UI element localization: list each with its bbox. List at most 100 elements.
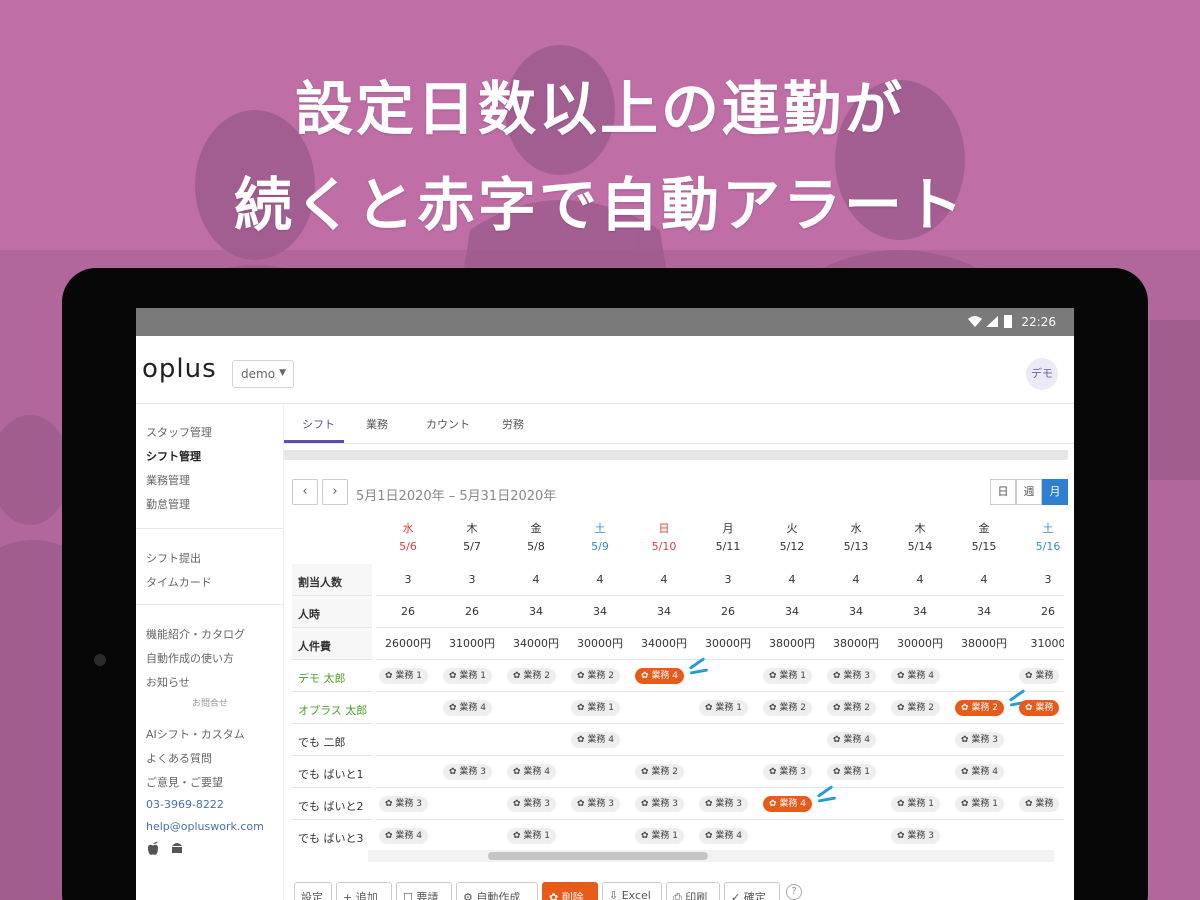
sidebar-item-staff[interactable]: スタッフ管理: [146, 424, 212, 440]
toolbar-button[interactable]: ⇩ Excel: [602, 882, 662, 900]
toolbar-button[interactable]: + 追加: [336, 882, 392, 900]
shift-chip[interactable]: ✿ 業務 3: [955, 732, 1004, 748]
shift-chip[interactable]: ✿ 業務 4: [571, 732, 620, 748]
avatar[interactable]: デモ: [1026, 358, 1058, 390]
shift-cell[interactable]: [504, 692, 568, 724]
tab-shift[interactable]: シフト: [302, 416, 335, 432]
shift-chip[interactable]: ✿ 業務 2: [635, 764, 684, 780]
help-icon[interactable]: ?: [786, 884, 802, 900]
shift-cell[interactable]: [1016, 724, 1064, 756]
app-logo[interactable]: oplus: [142, 354, 217, 384]
contact-email[interactable]: help@opluswork.com: [146, 820, 264, 833]
shift-chip[interactable]: ✿ 業務 3: [827, 668, 876, 684]
shift-chip[interactable]: ✿ 業務 3: [443, 764, 492, 780]
shift-chip[interactable]: ✿ 業務 3: [699, 796, 748, 812]
prev-button[interactable]: ‹: [292, 479, 318, 505]
shift-chip[interactable]: ✿ 業務 1: [571, 700, 620, 716]
shift-chip[interactable]: ✿ 業務 1: [635, 828, 684, 844]
shift-chip[interactable]: ✿ 業務 3: [571, 796, 620, 812]
sidebar-item-faq[interactable]: よくある質問: [146, 750, 212, 766]
shift-cell[interactable]: [504, 724, 568, 756]
staff-name[interactable]: でも ばいと2: [292, 788, 372, 820]
org-selector[interactable]: demo ▼: [232, 360, 294, 388]
shift-chip[interactable]: ✿ 業務 1: [379, 668, 428, 684]
shift-cell[interactable]: [1016, 756, 1064, 788]
shift-cell[interactable]: [760, 724, 824, 756]
shift-chip[interactable]: ✿ 業務 2: [955, 700, 1004, 716]
shift-chip[interactable]: ✿ 業務 4: [763, 796, 812, 812]
shift-cell[interactable]: [760, 820, 824, 848]
shift-cell[interactable]: [632, 692, 696, 724]
shift-chip[interactable]: ✿ 業務 4: [699, 828, 748, 844]
shift-chip[interactable]: ✿ 業務: [1019, 668, 1060, 684]
shift-chip[interactable]: ✿ 業務 3: [379, 796, 428, 812]
shift-chip[interactable]: ✿ 業務 2: [507, 668, 556, 684]
staff-name[interactable]: でも 二郎: [292, 724, 372, 756]
shift-chip[interactable]: ✿ 業務 1: [507, 828, 556, 844]
shift-chip[interactable]: ✿ 業務 1: [699, 700, 748, 716]
grid-scrollbar[interactable]: [368, 850, 1054, 862]
tab-tasks[interactable]: 業務: [366, 416, 388, 432]
shift-chip[interactable]: ✿ 業務 2: [571, 668, 620, 684]
apple-icon[interactable]: [146, 840, 160, 856]
shift-chip[interactable]: ✿ 業務 2: [891, 700, 940, 716]
shift-cell[interactable]: [952, 660, 1016, 692]
contact-phone[interactable]: 03-3969-8222: [146, 798, 224, 811]
view-week-button[interactable]: 週: [1016, 479, 1042, 505]
shift-cell[interactable]: [568, 820, 632, 848]
shift-chip[interactable]: ✿ 業務 3: [891, 828, 940, 844]
shift-chip[interactable]: ✿ 業務 2: [763, 700, 812, 716]
top-scrollbar[interactable]: [284, 450, 1068, 460]
shift-cell[interactable]: [888, 724, 952, 756]
shift-cell[interactable]: [440, 820, 504, 848]
sidebar-item-howto[interactable]: 自動作成の使い方: [146, 650, 234, 666]
sidebar-item-shift-submit[interactable]: シフト提出: [146, 550, 201, 566]
sidebar-item-features[interactable]: 機能紹介・カタログ: [146, 626, 245, 642]
shift-chip[interactable]: ✿ 業務 4: [507, 764, 556, 780]
sidebar-item-shift[interactable]: シフト管理: [146, 448, 201, 464]
toolbar-button[interactable]: ☐ 要請: [396, 882, 452, 900]
staff-name[interactable]: でも ばいと1: [292, 756, 372, 788]
view-month-button[interactable]: 月: [1042, 479, 1068, 505]
toolbar-button[interactable]: ✓ 確定: [724, 882, 780, 900]
shift-cell[interactable]: [888, 756, 952, 788]
shift-chip[interactable]: ✿ 業務 1: [443, 668, 492, 684]
shift-cell[interactable]: [952, 820, 1016, 848]
tab-count[interactable]: カウント: [426, 416, 470, 432]
sidebar-item-timecard[interactable]: タイムカード: [146, 574, 212, 590]
shift-cell[interactable]: [696, 724, 760, 756]
sidebar-item-tasks[interactable]: 業務管理: [146, 472, 190, 488]
sidebar-item-attendance[interactable]: 勤怠管理: [146, 496, 190, 512]
view-day-button[interactable]: 日: [990, 479, 1016, 505]
next-button[interactable]: ›: [322, 479, 348, 505]
staff-name[interactable]: でも ばいと3: [292, 820, 372, 848]
toolbar-button[interactable]: ✿ 削除: [542, 882, 598, 900]
shift-chip[interactable]: ✿ 業務 4: [955, 764, 1004, 780]
shift-chip[interactable]: ✿ 業務 4: [635, 668, 684, 684]
shift-chip[interactable]: ✿ 業務 4: [379, 828, 428, 844]
sidebar-item-feedback[interactable]: ご意見・ご要望: [146, 774, 223, 790]
shift-chip[interactable]: ✿ 業務: [1019, 796, 1060, 812]
shift-chip[interactable]: ✿ 業務: [1019, 700, 1060, 716]
shift-chip[interactable]: ✿ 業務 1: [763, 668, 812, 684]
sidebar-item-ai-custom[interactable]: AIシフト・カスタム: [146, 726, 245, 742]
toolbar-button[interactable]: ⎙ 印刷: [666, 882, 720, 900]
shift-chip[interactable]: ✿ 業務 2: [827, 700, 876, 716]
sidebar-item-news[interactable]: お知らせ: [146, 674, 190, 690]
shift-chip[interactable]: ✿ 業務 1: [955, 796, 1004, 812]
toolbar-button[interactable]: ⚙ 自動作成: [456, 882, 538, 900]
shift-cell[interactable]: [696, 756, 760, 788]
shift-chip[interactable]: ✿ 業務 4: [891, 668, 940, 684]
shift-chip[interactable]: ✿ 業務 4: [443, 700, 492, 716]
shift-cell[interactable]: [376, 756, 440, 788]
shift-cell[interactable]: [632, 724, 696, 756]
shift-cell[interactable]: [824, 820, 888, 848]
shift-cell[interactable]: [440, 724, 504, 756]
shift-chip[interactable]: ✿ 業務 3: [635, 796, 684, 812]
shift-chip[interactable]: ✿ 業務 4: [827, 732, 876, 748]
tab-labor[interactable]: 労務: [502, 416, 524, 432]
shift-chip[interactable]: ✿ 業務 3: [507, 796, 556, 812]
shift-cell[interactable]: [696, 660, 760, 692]
shift-chip[interactable]: ✿ 業務 3: [763, 764, 812, 780]
staff-name[interactable]: デモ 太郎: [292, 660, 372, 692]
